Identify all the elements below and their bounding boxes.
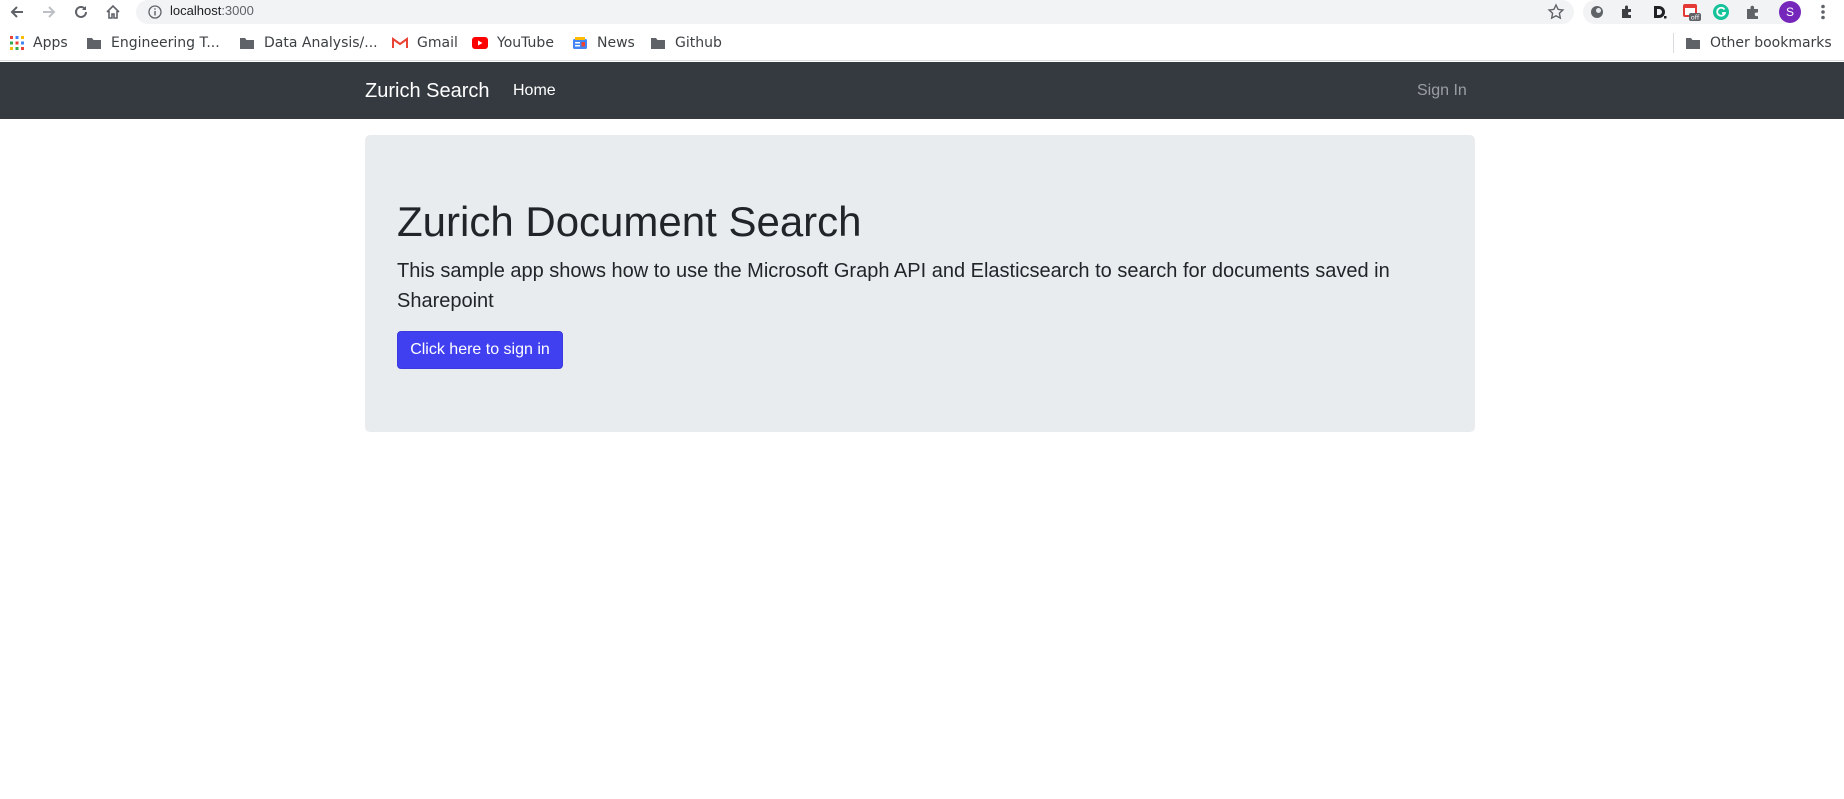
bookmark-label: News bbox=[597, 35, 635, 51]
reload-icon[interactable] bbox=[70, 1, 92, 23]
forward-arrow-icon[interactable] bbox=[38, 1, 60, 23]
bookmark-engineering[interactable]: Engineering T... bbox=[86, 32, 220, 54]
site-navbar: Zurich Search Home Sign In bbox=[0, 62, 1844, 119]
home-icon[interactable] bbox=[102, 1, 124, 23]
bookmark-label: Apps bbox=[33, 35, 68, 51]
bookmark-label: Other bookmarks bbox=[1710, 35, 1832, 51]
bookmarks-bar: Apps Engineering T... Data Analysis/... … bbox=[0, 25, 1844, 61]
nav-link-home[interactable]: Home bbox=[513, 82, 556, 100]
back-arrow-icon[interactable] bbox=[6, 1, 28, 23]
bookmark-label: YouTube bbox=[497, 35, 554, 51]
bookmark-data-analysis[interactable]: Data Analysis/... bbox=[239, 32, 378, 54]
youtube-icon bbox=[472, 37, 488, 49]
bookmark-github[interactable]: Github bbox=[650, 32, 722, 54]
bookmark-youtube[interactable]: YouTube bbox=[472, 32, 554, 54]
bookmark-other[interactable]: Other bookmarks bbox=[1685, 32, 1832, 54]
url-port: :3000 bbox=[221, 3, 254, 18]
bookmark-gmail[interactable]: Gmail bbox=[392, 32, 458, 54]
bookmarks-separator bbox=[1673, 33, 1674, 53]
address-bar[interactable]: localhost:3000 bbox=[136, 0, 1574, 24]
bookmark-label: Engineering T... bbox=[111, 35, 220, 51]
bookmark-label: Data Analysis/... bbox=[264, 35, 378, 51]
gmail-icon bbox=[392, 37, 408, 48]
folder-icon bbox=[240, 38, 254, 49]
grammarly-icon[interactable] bbox=[1711, 2, 1731, 22]
extension-calendar-off-icon[interactable]: off bbox=[1681, 2, 1701, 22]
apps-grid-icon bbox=[10, 36, 24, 50]
browser-menu-icon[interactable] bbox=[1813, 1, 1833, 23]
folder-icon bbox=[87, 38, 101, 49]
extensions-area: off bbox=[1583, 0, 1793, 24]
bookmark-star-icon[interactable] bbox=[1546, 2, 1566, 22]
hero-jumbotron: Zurich Document Search This sample app s… bbox=[365, 135, 1475, 432]
extension-circle-icon[interactable] bbox=[1587, 2, 1607, 22]
extension-d-icon[interactable] bbox=[1649, 2, 1669, 22]
folder-icon bbox=[1686, 38, 1700, 49]
folder-icon bbox=[651, 38, 665, 49]
browser-toolbar: localhost:3000 off S bbox=[0, 0, 1844, 25]
bookmark-label: Gmail bbox=[417, 35, 458, 51]
page-title: Zurich Document Search bbox=[397, 198, 862, 245]
nav-link-sign-in[interactable]: Sign In bbox=[1417, 82, 1467, 100]
sign-in-button[interactable]: Click here to sign in bbox=[397, 331, 563, 369]
site-info-icon[interactable] bbox=[148, 5, 162, 19]
url-host: localhost bbox=[170, 3, 222, 18]
profile-avatar[interactable]: S bbox=[1779, 1, 1801, 23]
avatar-letter: S bbox=[1785, 5, 1794, 19]
url-text: localhost:3000 bbox=[170, 3, 254, 18]
extensions-puzzle-icon[interactable] bbox=[1743, 2, 1763, 22]
extension-badge-text: off bbox=[1691, 14, 1700, 22]
page-description: This sample app shows how to use the Mic… bbox=[397, 260, 1390, 312]
bookmark-apps[interactable]: Apps bbox=[10, 32, 68, 54]
bookmark-label: Github bbox=[675, 35, 722, 51]
navbar-brand[interactable]: Zurich Search bbox=[365, 80, 490, 103]
news-icon bbox=[573, 37, 587, 49]
extension-puzzle-dark-icon[interactable] bbox=[1617, 2, 1637, 22]
bookmark-news[interactable]: News bbox=[572, 32, 635, 54]
